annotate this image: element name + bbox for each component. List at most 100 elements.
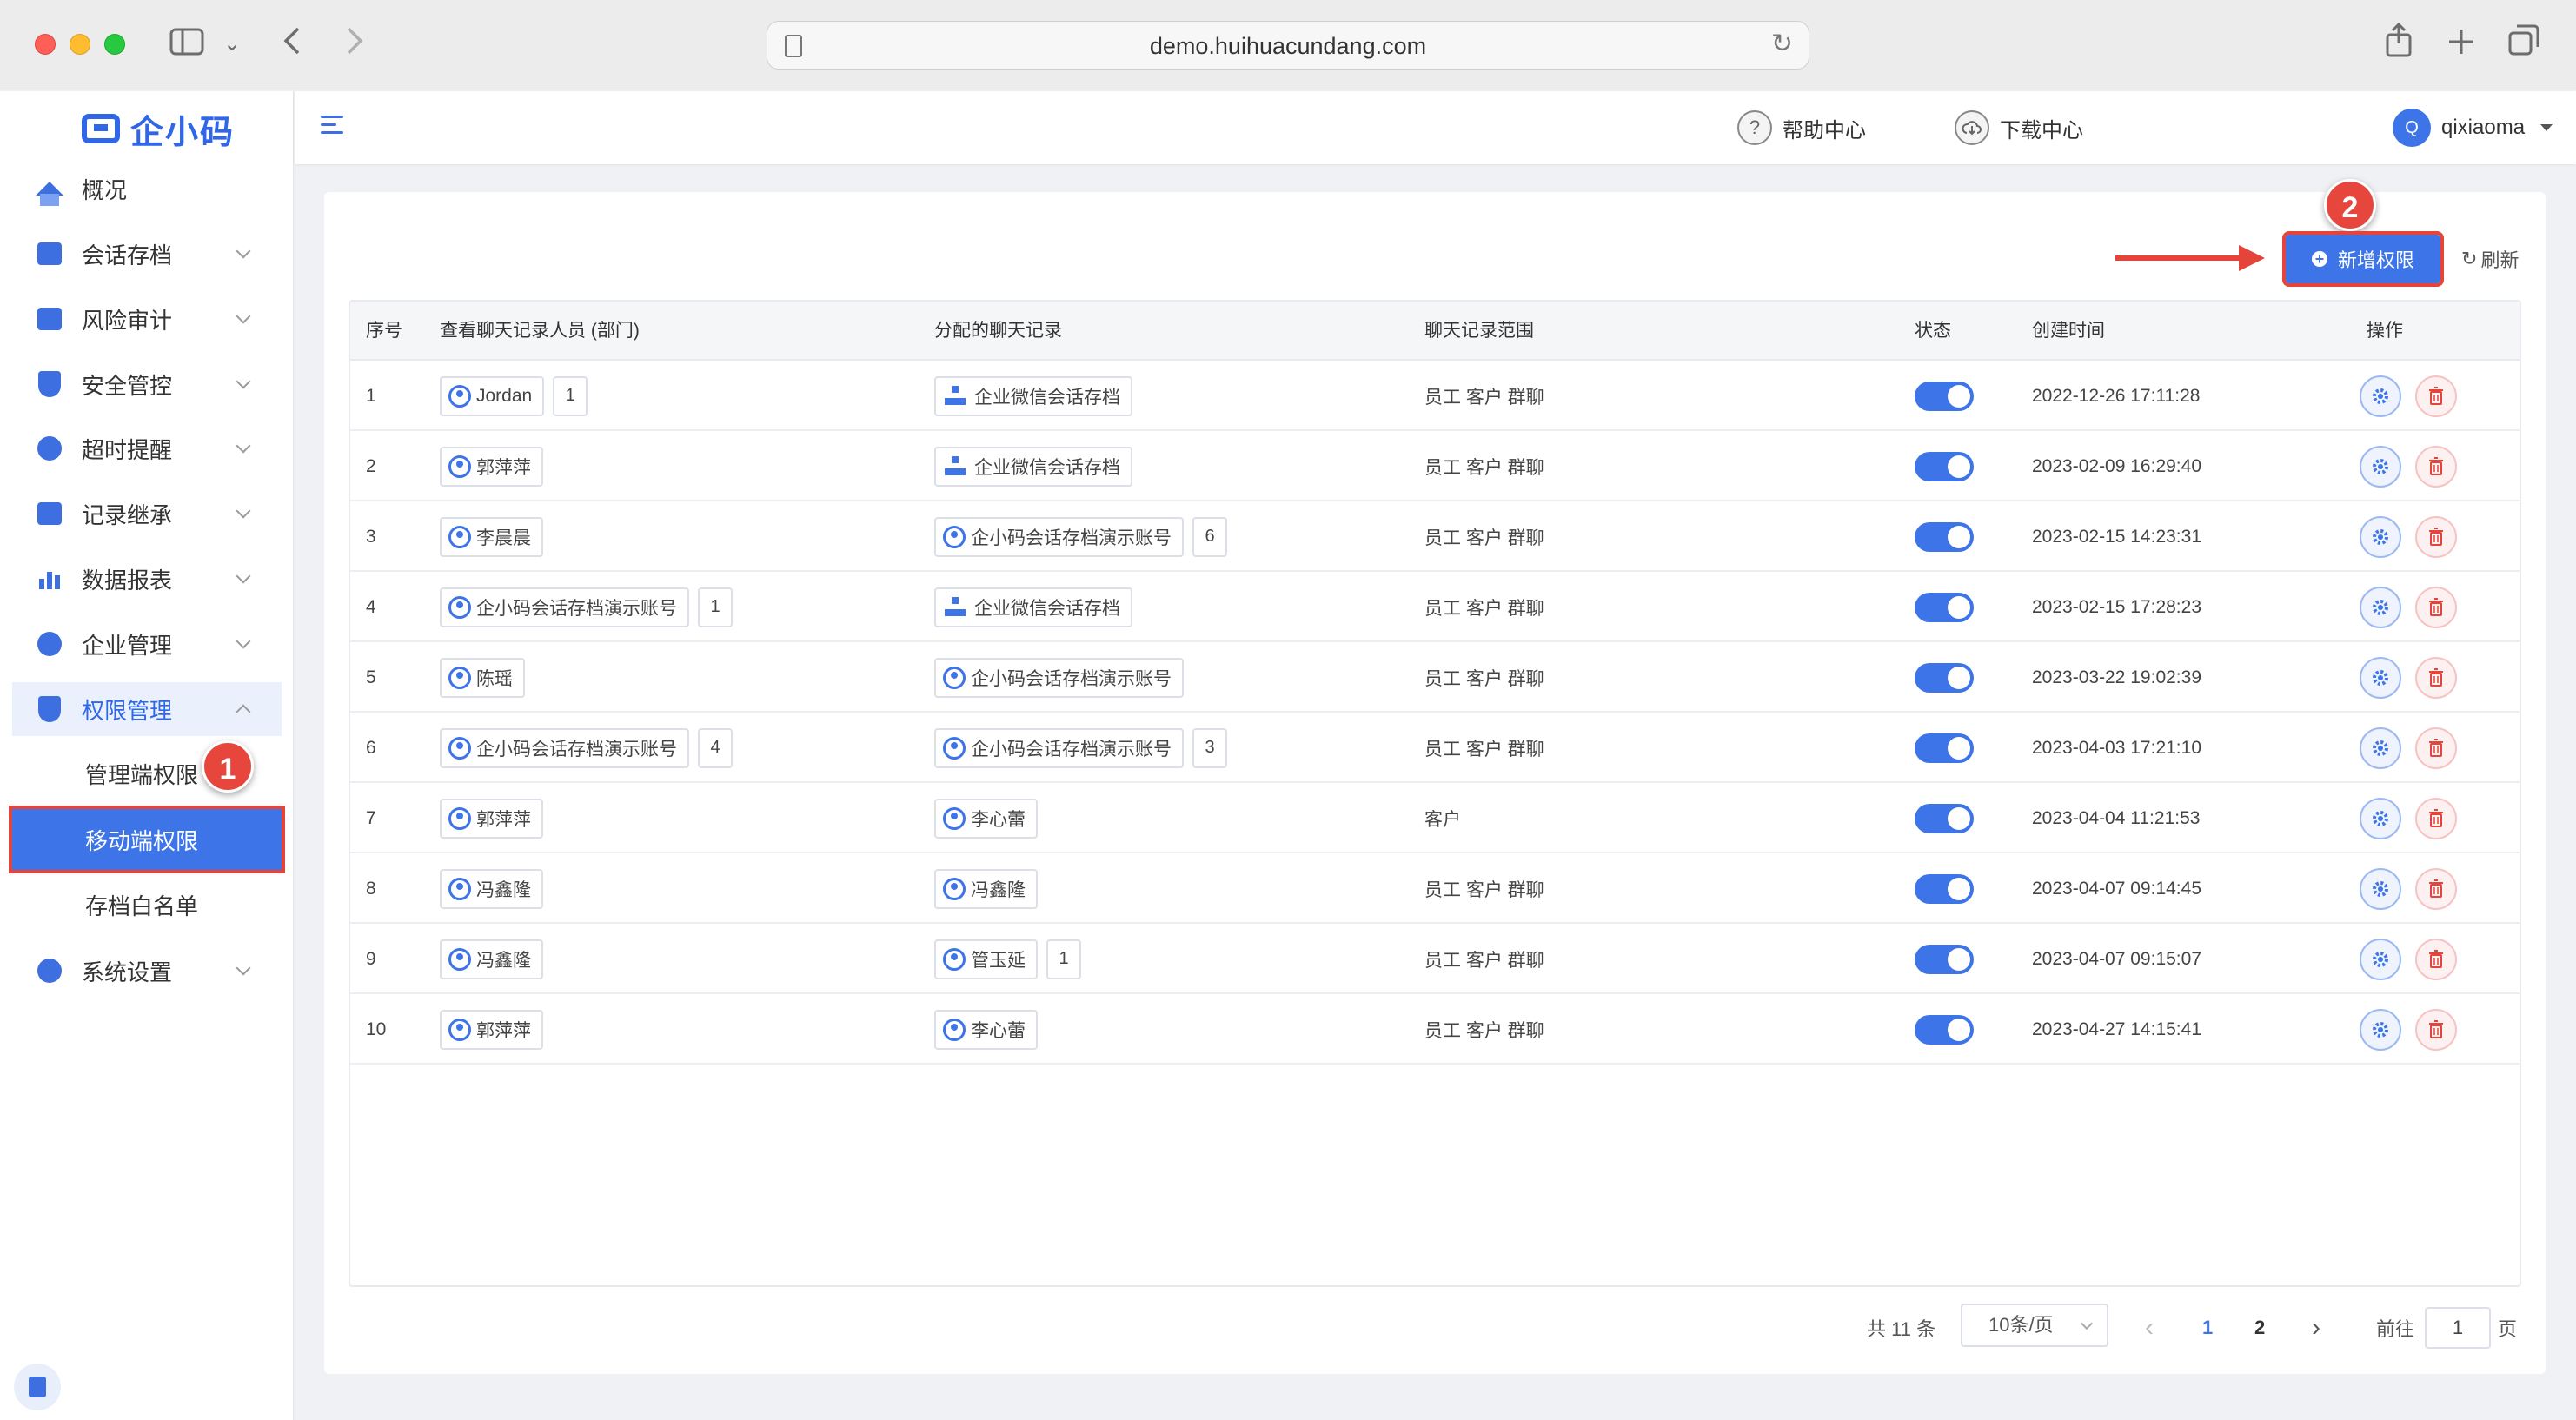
sidebar-subitem-mobile-permissions[interactable]: 移动端权限: [9, 806, 285, 873]
forward-icon[interactable]: [337, 23, 372, 66]
status-toggle[interactable]: [1915, 662, 1974, 693]
total-count-label: 共 11 条: [1867, 1318, 1936, 1340]
user-icon: [943, 1018, 966, 1041]
status-toggle[interactable]: [1915, 944, 1974, 974]
delete-button[interactable]: [2415, 938, 2457, 980]
scope-cell: 员工 客户 群聊: [1424, 713, 1544, 783]
sidebar-item-overview[interactable]: 概况: [12, 162, 282, 216]
user-icon: [448, 595, 471, 619]
assigned-cell: 企业微信会话存档: [934, 361, 1141, 431]
goto-page-input[interactable]: 1: [2425, 1307, 2491, 1349]
status-toggle[interactable]: [1915, 381, 1974, 411]
username: qixiaoma: [2441, 116, 2526, 139]
delete-button[interactable]: [2415, 656, 2457, 699]
table-row: 6 企小码会话存档演示账号 4 企小码会话存档演示账号 3 员工 客户 群聊 2023-04…: [350, 713, 2520, 783]
sidebar-toggle-icon[interactable]: [165, 23, 209, 66]
settings-button[interactable]: [2360, 375, 2401, 417]
settings-button[interactable]: [2360, 445, 2401, 488]
next-page-button[interactable]: ›: [2312, 1304, 2320, 1352]
row-number-cell: 8: [366, 853, 376, 924]
sidebar-subitem-whitelist[interactable]: 存档白名单: [12, 874, 282, 935]
row-number-cell: 2: [366, 431, 376, 501]
sidebar-item-reports[interactable]: 数据报表: [12, 552, 282, 606]
settings-button[interactable]: [2360, 797, 2401, 839]
tab-menu-chevron-icon[interactable]: ⌄: [219, 23, 245, 66]
scope-cell: 客户: [1424, 783, 1461, 853]
settings-button[interactable]: [2360, 515, 2401, 558]
row-number: 10: [366, 1019, 387, 1039]
settings-button[interactable]: [2360, 727, 2401, 769]
status-cell: [1915, 361, 1974, 431]
status-toggle[interactable]: [1915, 451, 1974, 481]
row-number: 8: [366, 878, 376, 899]
reload-icon[interactable]: ↻: [1771, 29, 1793, 59]
delete-button[interactable]: [2415, 445, 2457, 488]
close-window-button[interactable]: [35, 34, 56, 55]
prev-page-button[interactable]: ‹: [2145, 1304, 2154, 1352]
delete-button[interactable]: [2415, 586, 2457, 628]
row-number: 4: [366, 596, 376, 617]
refresh-button[interactable]: ↻ 刷新: [2461, 243, 2519, 275]
status-toggle[interactable]: [1915, 873, 1974, 904]
share-icon[interactable]: [2378, 22, 2420, 66]
delete-button[interactable]: [2415, 867, 2457, 910]
page-1-button[interactable]: 1: [2202, 1304, 2213, 1352]
row-number-cell: 4: [366, 572, 376, 642]
logo: 企小码: [82, 107, 235, 151]
delete-button[interactable]: [2415, 1008, 2457, 1051]
assigned-tag: 冯鑫隆: [934, 868, 1038, 909]
delete-button[interactable]: [2415, 515, 2457, 558]
trash-icon: [2429, 597, 2443, 616]
sidebar-item-permissions[interactable]: 权限管理: [12, 682, 282, 736]
document-icon[interactable]: [14, 1364, 61, 1410]
status-toggle[interactable]: [1915, 733, 1974, 763]
settings-button[interactable]: [2360, 1008, 2401, 1051]
help-center-link[interactable]: ? 帮助中心: [1737, 109, 1866, 147]
assigned-cell: 企业微信会话存档: [934, 431, 1141, 501]
status-toggle[interactable]: [1915, 521, 1974, 552]
settings-button[interactable]: [2360, 656, 2401, 699]
assigned-tag-label: 企小码会话存档演示账号: [971, 668, 1172, 689]
sidebar-item-risk-audit[interactable]: 风险审计: [12, 292, 282, 346]
created-time-cell: 2023-04-04 11:21:53: [2032, 783, 2200, 853]
created-time: 2023-03-22 19:02:39: [2032, 667, 2201, 687]
gear-icon: [2373, 458, 2388, 474]
scope-text: 员工 客户 群聊: [1424, 668, 1544, 689]
sidebar-item-settings[interactable]: 系统设置: [12, 944, 282, 998]
sidebar-item-inherit[interactable]: 记录继承: [12, 487, 282, 541]
menu-collapse-icon[interactable]: [321, 116, 343, 135]
viewer-count-badge: 1: [553, 375, 588, 416]
delete-button[interactable]: [2415, 375, 2457, 417]
created-time-cell: 2023-04-07 09:14:45: [2032, 853, 2201, 924]
user-menu[interactable]: Q qixiaoma: [2393, 109, 2553, 147]
sidebar-item-timeout[interactable]: 超时提醒: [12, 421, 282, 475]
created-time-cell: 2023-04-27 14:15:41: [2032, 994, 2201, 1065]
user-icon: [943, 666, 966, 689]
status-cell: [1915, 431, 1974, 501]
sidebar-item-security[interactable]: 安全管控: [12, 357, 282, 411]
add-permission-button[interactable]: + 新增权限: [2282, 231, 2444, 287]
back-icon[interactable]: [275, 23, 309, 66]
settings-button[interactable]: [2360, 586, 2401, 628]
tab-overview-icon[interactable]: [2503, 23, 2545, 66]
sidebar-item-archive[interactable]: 会话存档: [12, 227, 282, 281]
status-toggle[interactable]: [1915, 803, 1974, 833]
status-toggle[interactable]: [1915, 1014, 1974, 1045]
delete-button[interactable]: [2415, 797, 2457, 839]
actions-cell: [2360, 994, 2471, 1065]
address-bar[interactable]: demo.huihuacundang.com ↻: [767, 21, 1809, 70]
download-center-link[interactable]: 下载中心: [1955, 109, 2083, 147]
minimize-window-button[interactable]: [70, 34, 90, 55]
settings-button[interactable]: [2360, 938, 2401, 980]
new-tab-icon[interactable]: [2440, 23, 2482, 66]
page-2-button[interactable]: 2: [2254, 1304, 2265, 1352]
status-toggle[interactable]: [1915, 592, 1974, 622]
settings-button[interactable]: [2360, 867, 2401, 910]
maximize-window-button[interactable]: [104, 34, 125, 55]
viewer-count-badge: 4: [698, 727, 733, 768]
delete-button[interactable]: [2415, 727, 2457, 769]
sidebar-item-enterprise[interactable]: 企业管理: [12, 617, 282, 671]
viewer-cell: 郭萍萍: [440, 994, 552, 1065]
page-size-select[interactable]: 10条/页: [1961, 1304, 2108, 1347]
viewer-cell: 企小码会话存档演示账号 4: [440, 713, 733, 783]
